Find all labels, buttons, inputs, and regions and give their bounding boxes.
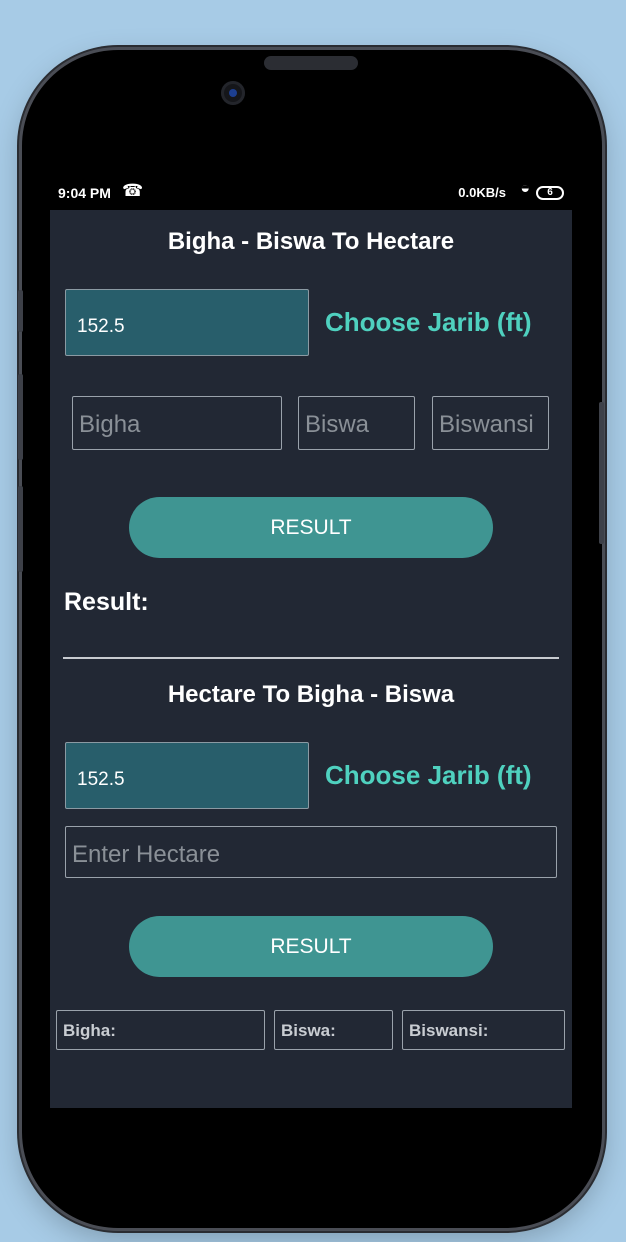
- phone-speaker: [264, 56, 358, 70]
- biswa-input[interactable]: Biswa: [298, 396, 415, 450]
- status-bar: 9:04 PM ☎ 0.0KB/s ◒ 6: [50, 178, 572, 210]
- result-button-2[interactable]: RESULT: [129, 916, 493, 977]
- bigha-input[interactable]: Bigha: [72, 396, 282, 450]
- choose-jarib-button-2[interactable]: Choose Jarib (ft): [325, 760, 532, 791]
- wifi-call-icon: ☎: [122, 181, 144, 200]
- biswansi-input[interactable]: Biswansi: [432, 396, 549, 450]
- bigha-output: Bigha:: [56, 1010, 265, 1050]
- jarib-input-1[interactable]: 152.5: [65, 289, 309, 356]
- jarib-input-2[interactable]: 152.5: [65, 742, 309, 809]
- battery-icon: 6: [536, 186, 564, 200]
- choose-jarib-button-1[interactable]: Choose Jarib (ft): [325, 307, 532, 338]
- phone-volume-up-button: [18, 374, 23, 460]
- hectare-input[interactable]: Enter Hectare: [65, 826, 557, 878]
- phone-side-button: [18, 290, 23, 332]
- phone-power-button: [599, 402, 604, 544]
- status-time: 9:04 PM: [58, 185, 111, 201]
- result-button-1[interactable]: RESULT: [129, 497, 493, 558]
- app-screen: Bigha - Biswa To Hectare 152.5 Choose Ja…: [50, 210, 572, 1108]
- biswa-output: Biswa:: [274, 1010, 393, 1050]
- section1-title: Bigha - Biswa To Hectare: [167, 228, 455, 255]
- front-camera: [221, 81, 245, 105]
- wifi-icon: ◒: [520, 180, 530, 197]
- section-divider: [63, 657, 559, 659]
- phone-volume-down-button: [18, 486, 23, 572]
- biswansi-output: Biswansi:: [402, 1010, 565, 1050]
- section2-title: Hectare To Bigha - Biswa: [167, 681, 455, 708]
- network-speed: 0.0KB/s: [458, 185, 506, 200]
- result-label: Result:: [64, 588, 149, 616]
